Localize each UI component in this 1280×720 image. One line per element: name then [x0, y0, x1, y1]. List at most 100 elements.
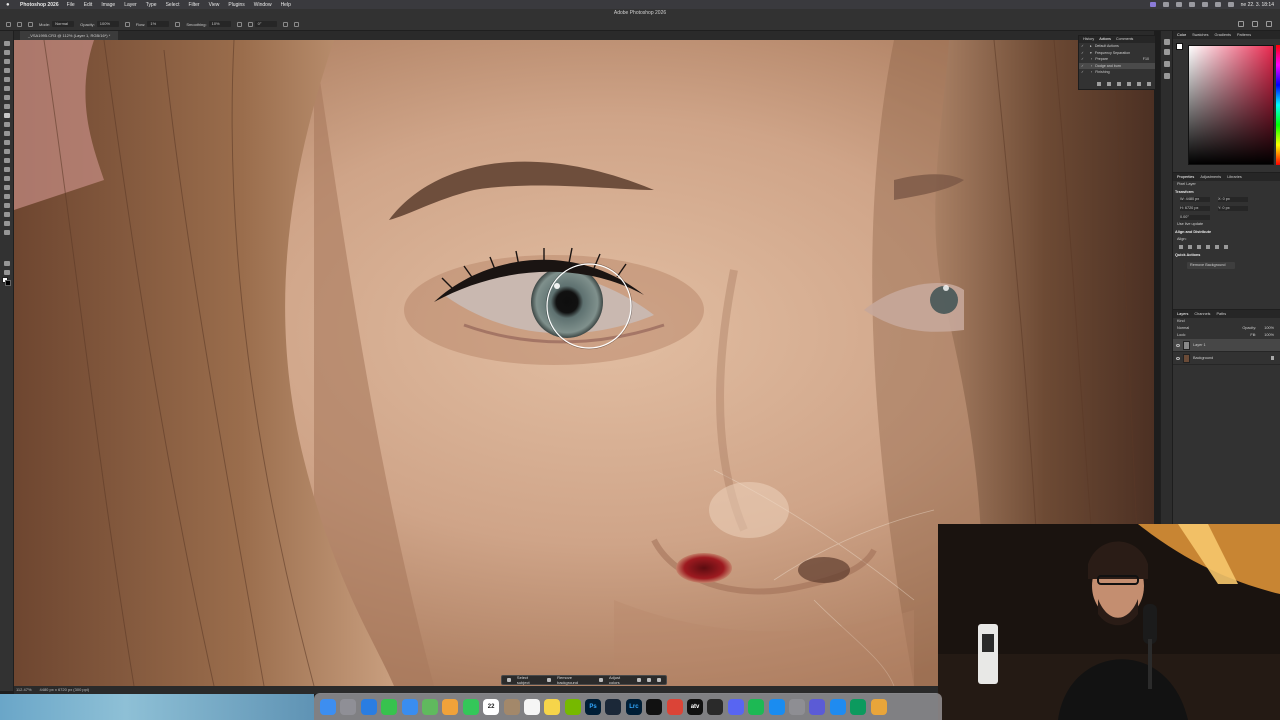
menu-filter[interactable]: Filter — [188, 2, 199, 8]
more-tools-icon[interactable] — [4, 230, 10, 235]
search-icon[interactable] — [1252, 21, 1258, 27]
record-icon[interactable] — [1107, 82, 1111, 86]
brush-tool-icon[interactable] — [17, 21, 22, 27]
menu-plugins[interactable]: Plugins — [228, 2, 244, 8]
history-panel-icon[interactable] — [1164, 39, 1170, 45]
edge-icon[interactable] — [850, 698, 867, 715]
color-field[interactable] — [1188, 45, 1274, 165]
marquee-tool-icon[interactable] — [4, 50, 10, 55]
actions-panel-icon[interactable] — [1164, 49, 1170, 55]
maps-icon[interactable] — [421, 698, 438, 715]
clone-stamp-tool-icon[interactable] — [4, 122, 10, 127]
lightroom-classic-icon[interactable]: Lrc — [625, 698, 642, 715]
pressure-size-icon[interactable] — [282, 21, 288, 27]
transform-heading[interactable]: Transform — [1173, 188, 1280, 196]
menubar-clock[interactable]: ne 22. 3. 18:14 — [1241, 2, 1274, 8]
menu-select[interactable]: Select — [166, 2, 180, 8]
grid-icon[interactable] — [809, 698, 826, 715]
chrome-icon[interactable] — [666, 698, 683, 715]
photos-icon[interactable] — [442, 698, 459, 715]
check-icon[interactable]: ✓ — [1081, 69, 1087, 76]
home-icon[interactable] — [6, 21, 11, 27]
crop-tool-icon[interactable] — [4, 77, 10, 82]
zoom-tool-icon[interactable] — [4, 221, 10, 226]
doc-info[interactable]: 4480 px x 6720 px (300 ppi) — [40, 686, 90, 694]
hue-slider[interactable] — [1276, 45, 1280, 165]
blend-mode-select[interactable]: Normal — [1177, 325, 1189, 332]
wifi-icon[interactable] — [1214, 2, 1221, 7]
pressure-opacity-icon[interactable] — [124, 21, 130, 27]
menu-image[interactable]: Image — [101, 2, 115, 8]
screen-mode-icon[interactable] — [4, 270, 10, 275]
gradient-tool-icon[interactable] — [4, 149, 10, 154]
history-brush-tool-icon[interactable] — [4, 131, 10, 136]
shape-tool-icon[interactable] — [4, 203, 10, 208]
apple-icon[interactable]: ● — [6, 2, 12, 8]
discord-icon[interactable] — [727, 698, 744, 715]
play-panel-icon[interactable] — [1164, 61, 1170, 67]
dodge-tool-icon[interactable] — [4, 167, 10, 172]
quick-mask-icon[interactable] — [4, 261, 10, 266]
smoothing-field[interactable]: 10% — [208, 21, 231, 27]
align-heading[interactable]: Align and Distribute — [1173, 228, 1280, 236]
ctx-transform-icon[interactable] — [637, 678, 642, 682]
tab-color[interactable]: Color — [1177, 31, 1186, 39]
status-icon-3[interactable] — [1188, 2, 1195, 7]
align-middle-icon[interactable] — [1215, 245, 1219, 249]
status-icon-4[interactable] — [1201, 2, 1208, 7]
menu-file[interactable]: File — [67, 2, 75, 8]
eye-icon[interactable] — [1176, 356, 1180, 360]
adjust-colors-button[interactable]: Adjust colors — [609, 675, 631, 685]
tab-paths[interactable]: Paths — [1216, 310, 1226, 318]
folder-icon[interactable] — [870, 698, 887, 715]
menu-type[interactable]: Type — [146, 2, 157, 8]
lock-icon[interactable] — [1271, 356, 1274, 360]
menu-layer[interactable]: Layer — [124, 2, 137, 8]
layer-fill-field[interactable]: 100% — [1264, 332, 1274, 339]
y-field[interactable]: Y: 0 px — [1218, 206, 1248, 211]
messages-icon[interactable] — [381, 698, 398, 715]
reminders-icon[interactable] — [523, 698, 540, 715]
quick-actions-heading[interactable]: Quick Actions — [1173, 251, 1280, 259]
opacity-field[interactable]: 100% — [96, 21, 119, 27]
tab-gradients[interactable]: Gradients — [1215, 31, 1231, 39]
brush-preset-icon[interactable] — [28, 21, 33, 27]
new-set-icon[interactable] — [1127, 82, 1131, 86]
ctx-more-icon[interactable] — [657, 678, 662, 682]
app-menu[interactable]: Photoshop 2026 — [20, 2, 59, 8]
background-color-swatch[interactable] — [5, 280, 11, 286]
tab-libraries[interactable]: Libraries — [1227, 173, 1242, 181]
tab-patterns[interactable]: Patterns — [1237, 31, 1251, 39]
photoshop-icon[interactable]: Ps — [585, 698, 602, 715]
new-action-icon[interactable] — [1137, 82, 1141, 86]
lasso-tool-icon[interactable] — [4, 59, 10, 64]
status-icon-2[interactable] — [1175, 2, 1182, 7]
menu-help[interactable]: Help — [281, 2, 291, 8]
hand-tool-icon[interactable] — [4, 212, 10, 217]
frame-tool-icon[interactable] — [4, 86, 10, 91]
brush-tool-icon-active[interactable] — [4, 113, 10, 118]
menu-edit[interactable]: Edit — [84, 2, 93, 8]
chatgpt-icon[interactable] — [646, 698, 663, 715]
menu-view[interactable]: View — [209, 2, 220, 8]
tab-actions[interactable]: Actions — [1099, 36, 1111, 43]
layer-filter-kind[interactable]: Kind — [1177, 318, 1185, 325]
mode-select[interactable]: Normal — [52, 21, 75, 27]
panel-foreground-swatch[interactable] — [1176, 43, 1183, 50]
finder-icon[interactable] — [320, 698, 336, 715]
mail-icon[interactable] — [401, 698, 418, 715]
layer-name[interactable]: Background — [1193, 356, 1213, 360]
tab-adjustments[interactable]: Adjustments — [1200, 173, 1221, 181]
tab-layers[interactable]: Layers — [1177, 310, 1188, 318]
layer-row[interactable]: Background — [1173, 352, 1280, 365]
blur-tool-icon[interactable] — [4, 158, 10, 163]
object-select-tool-icon[interactable] — [4, 68, 10, 73]
align-center-icon[interactable] — [1188, 245, 1192, 249]
layer-opacity-field[interactable]: 100% — [1264, 325, 1274, 332]
workspace-icon[interactable] — [1266, 21, 1272, 27]
launchpad-icon[interactable] — [340, 698, 357, 715]
contacts-icon[interactable] — [503, 698, 520, 715]
nvidia-icon[interactable] — [564, 698, 581, 715]
eraser-tool-icon[interactable] — [4, 140, 10, 145]
settings-icon[interactable] — [788, 698, 805, 715]
